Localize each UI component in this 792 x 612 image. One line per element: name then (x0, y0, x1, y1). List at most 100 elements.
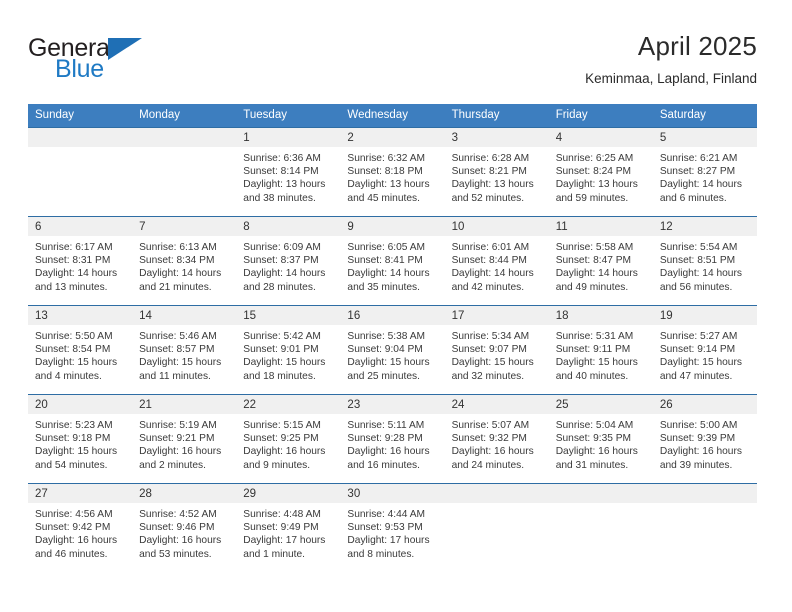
daylight-text: Daylight: 16 hours and 39 minutes. (659, 446, 742, 471)
sunrise-text: Sunrise: 5:38 AM (347, 331, 426, 342)
sunrise-text: Sunrise: 5:19 AM (139, 420, 217, 431)
sunset-text: Sunset: 8:37 PM (243, 255, 319, 267)
sunset-text: Sunset: 8:34 PM (139, 255, 215, 267)
day-number: 19 (652, 306, 757, 325)
calendar-day-cell[interactable]: 17 Sunrise: 5:34 AM Sunset: 9:07 PM Dayligh… (444, 305, 549, 395)
calendar-empty-cell (28, 127, 133, 217)
daylight-text: Daylight: 14 hours and 49 minutes. (555, 268, 638, 293)
calendar-day-cell[interactable]: 2 Sunrise: 6:32 AM Sunset: 8:18 PM Daylight… (340, 127, 445, 217)
daylight-text: Daylight: 14 hours and 35 minutes. (347, 268, 430, 293)
calendar-day-cell[interactable]: 1 Sunrise: 6:36 AM Sunset: 8:14 PM Daylight… (236, 127, 341, 217)
calendar-day-cell[interactable]: 20 Sunrise: 5:23 AM Sunset: 9:18 PM Dayligh… (28, 394, 133, 484)
sunset-text: Sunset: 9:53 PM (347, 522, 423, 534)
day-details: Sunrise: 5:04 AM Sunset: 9:35 PM Daylight:… (549, 414, 653, 472)
calendar-day-cell[interactable]: 7 Sunrise: 6:13 AM Sunset: 8:34 PM Daylight… (132, 216, 237, 306)
calendar-day-cell[interactable]: 8 Sunrise: 6:09 AM Sunset: 8:37 PM Daylight… (236, 216, 341, 306)
weekday-header-saturday: Saturday (652, 104, 757, 128)
calendar-day-cell[interactable]: 21 Sunrise: 5:19 AM Sunset: 9:21 PM Dayligh… (132, 394, 237, 484)
sunrise-text: Sunrise: 5:34 AM (451, 331, 530, 342)
daylight-text: Daylight: 14 hours and 56 minutes. (659, 268, 742, 293)
sunrise-text: Sunrise: 4:44 AM (347, 509, 426, 520)
day-details: Sunrise: 5:42 AM Sunset: 9:01 PM Daylight:… (236, 325, 340, 383)
title-block: April 2025 Keminmaa, Lapland, Finland (585, 28, 757, 87)
sunset-text: Sunset: 8:27 PM (659, 166, 736, 178)
sunrise-text: Sunrise: 6:05 AM (347, 242, 426, 253)
daylight-text: Daylight: 13 hours and 45 minutes. (347, 179, 430, 204)
daylight-text: Daylight: 15 hours and 11 minutes. (139, 357, 222, 382)
day-details: Sunrise: 5:00 AM Sunset: 9:39 PM Daylight:… (653, 414, 757, 472)
triangle-flag-icon (108, 38, 142, 60)
sunrise-text: Sunrise: 4:48 AM (243, 509, 321, 520)
day-number: 6 (28, 217, 133, 236)
daylight-text: Daylight: 14 hours and 42 minutes. (451, 268, 534, 293)
day-number: 2 (340, 128, 445, 147)
calendar-day-cell[interactable]: 13 Sunrise: 5:50 AM Sunset: 8:54 PM Dayligh… (28, 305, 133, 395)
day-number: 28 (132, 484, 237, 503)
brand-name-blue: Blue (55, 55, 104, 83)
calendar-day-cell[interactable]: 29 Sunrise: 4:48 AM Sunset: 9:49 PM Dayligh… (236, 483, 341, 569)
day-details: Sunrise: 5:46 AM Sunset: 8:57 PM Daylight:… (132, 325, 236, 383)
calendar-day-cell[interactable]: 16 Sunrise: 5:38 AM Sunset: 9:04 PM Dayligh… (340, 305, 445, 395)
day-details: Sunrise: 6:25 AM Sunset: 8:24 PM Daylight:… (549, 147, 653, 205)
day-number: 22 (236, 395, 341, 414)
calendar-day-cell[interactable]: 27 Sunrise: 4:56 AM Sunset: 9:42 PM Dayligh… (28, 483, 133, 569)
calendar-day-cell[interactable]: 23 Sunrise: 5:11 AM Sunset: 9:28 PM Dayligh… (340, 394, 445, 484)
weekday-header-tuesday: Tuesday (236, 104, 341, 128)
calendar-day-cell[interactable]: 19 Sunrise: 5:27 AM Sunset: 9:14 PM Dayligh… (652, 305, 757, 395)
day-number: 24 (444, 395, 549, 414)
calendar-day-cell[interactable]: 26 Sunrise: 5:00 AM Sunset: 9:39 PM Dayligh… (652, 394, 757, 484)
calendar-week-row: 1 Sunrise: 6:36 AM Sunset: 8:14 PM Daylight… (28, 127, 757, 217)
calendar-day-cell[interactable]: 4 Sunrise: 6:25 AM Sunset: 8:24 PM Daylight… (548, 127, 653, 217)
day-number: 4 (548, 128, 653, 147)
calendar-day-cell[interactable]: 30 Sunrise: 4:44 AM Sunset: 9:53 PM Dayligh… (340, 483, 445, 569)
sunset-text: Sunset: 9:35 PM (555, 433, 632, 445)
sunset-text: Sunset: 9:32 PM (451, 433, 527, 445)
month-calendar: Sunday Monday Tuesday Wednesday Thursday… (28, 104, 757, 569)
calendar-day-cell[interactable]: 15 Sunrise: 5:42 AM Sunset: 9:01 PM Dayligh… (236, 305, 341, 395)
daylight-text: Daylight: 16 hours and 2 minutes. (139, 446, 222, 471)
sunrise-text: Sunrise: 6:25 AM (555, 153, 634, 164)
calendar-day-cell[interactable]: 3 Sunrise: 6:28 AM Sunset: 8:21 PM Daylight… (444, 127, 549, 217)
calendar-day-cell[interactable]: 11 Sunrise: 5:58 AM Sunset: 8:47 PM Dayligh… (548, 216, 653, 306)
day-details: Sunrise: 5:31 AM Sunset: 9:11 PM Daylight:… (549, 325, 653, 383)
weekday-header-thursday: Thursday (444, 104, 549, 128)
calendar-day-cell[interactable]: 5 Sunrise: 6:21 AM Sunset: 8:27 PM Daylight… (652, 127, 757, 217)
calendar-day-cell[interactable]: 22 Sunrise: 5:15 AM Sunset: 9:25 PM Dayligh… (236, 394, 341, 484)
daylight-text: Daylight: 16 hours and 9 minutes. (243, 446, 326, 471)
weekday-header-sunday: Sunday (28, 104, 133, 128)
calendar-week-row: 6 Sunrise: 6:17 AM Sunset: 8:31 PM Daylight… (28, 216, 757, 306)
sunrise-text: Sunrise: 6:28 AM (451, 153, 530, 164)
calendar-day-cell[interactable]: 28 Sunrise: 4:52 AM Sunset: 9:46 PM Dayligh… (132, 483, 237, 569)
day-number: 13 (28, 306, 133, 325)
calendar-day-cell[interactable]: 6 Sunrise: 6:17 AM Sunset: 8:31 PM Daylight… (28, 216, 133, 306)
day-number: 25 (548, 395, 653, 414)
sunset-text: Sunset: 8:54 PM (35, 344, 111, 356)
sunset-text: Sunset: 9:21 PM (139, 433, 215, 445)
daylight-text: Daylight: 15 hours and 40 minutes. (555, 357, 638, 382)
calendar-day-cell[interactable]: 14 Sunrise: 5:46 AM Sunset: 8:57 PM Dayligh… (132, 305, 237, 395)
sunrise-text: Sunrise: 5:58 AM (555, 242, 634, 253)
daylight-text: Daylight: 17 hours and 1 minute. (243, 535, 326, 560)
day-number (28, 128, 133, 147)
daylight-text: Daylight: 14 hours and 28 minutes. (243, 268, 326, 293)
sunset-text: Sunset: 8:31 PM (35, 255, 111, 267)
daylight-text: Daylight: 16 hours and 24 minutes. (451, 446, 534, 471)
calendar-day-cell[interactable]: 24 Sunrise: 5:07 AM Sunset: 9:32 PM Dayligh… (444, 394, 549, 484)
calendar-day-cell[interactable]: 18 Sunrise: 5:31 AM Sunset: 9:11 PM Dayligh… (548, 305, 653, 395)
calendar-day-cell[interactable]: 12 Sunrise: 5:54 AM Sunset: 8:51 PM Dayligh… (652, 216, 757, 306)
sunset-text: Sunset: 9:39 PM (659, 433, 736, 445)
weekday-header-wednesday: Wednesday (340, 104, 445, 128)
sunrise-text: Sunrise: 5:50 AM (35, 331, 113, 342)
day-number: 23 (340, 395, 445, 414)
calendar-day-cell[interactable]: 10 Sunrise: 6:01 AM Sunset: 8:44 PM Dayligh… (444, 216, 549, 306)
calendar-day-cell[interactable]: 9 Sunrise: 6:05 AM Sunset: 8:41 PM Daylight… (340, 216, 445, 306)
day-details: Sunrise: 6:01 AM Sunset: 8:44 PM Daylight:… (445, 236, 549, 294)
day-details: Sunrise: 5:50 AM Sunset: 8:54 PM Daylight:… (28, 325, 132, 383)
day-number: 18 (548, 306, 653, 325)
weekday-header-monday: Monday (132, 104, 237, 128)
sunset-text: Sunset: 9:46 PM (139, 522, 215, 534)
sunset-text: Sunset: 9:07 PM (451, 344, 527, 356)
calendar-empty-cell (444, 483, 549, 569)
calendar-day-cell[interactable]: 25 Sunrise: 5:04 AM Sunset: 9:35 PM Dayligh… (548, 394, 653, 484)
daylight-text: Daylight: 16 hours and 16 minutes. (347, 446, 430, 471)
